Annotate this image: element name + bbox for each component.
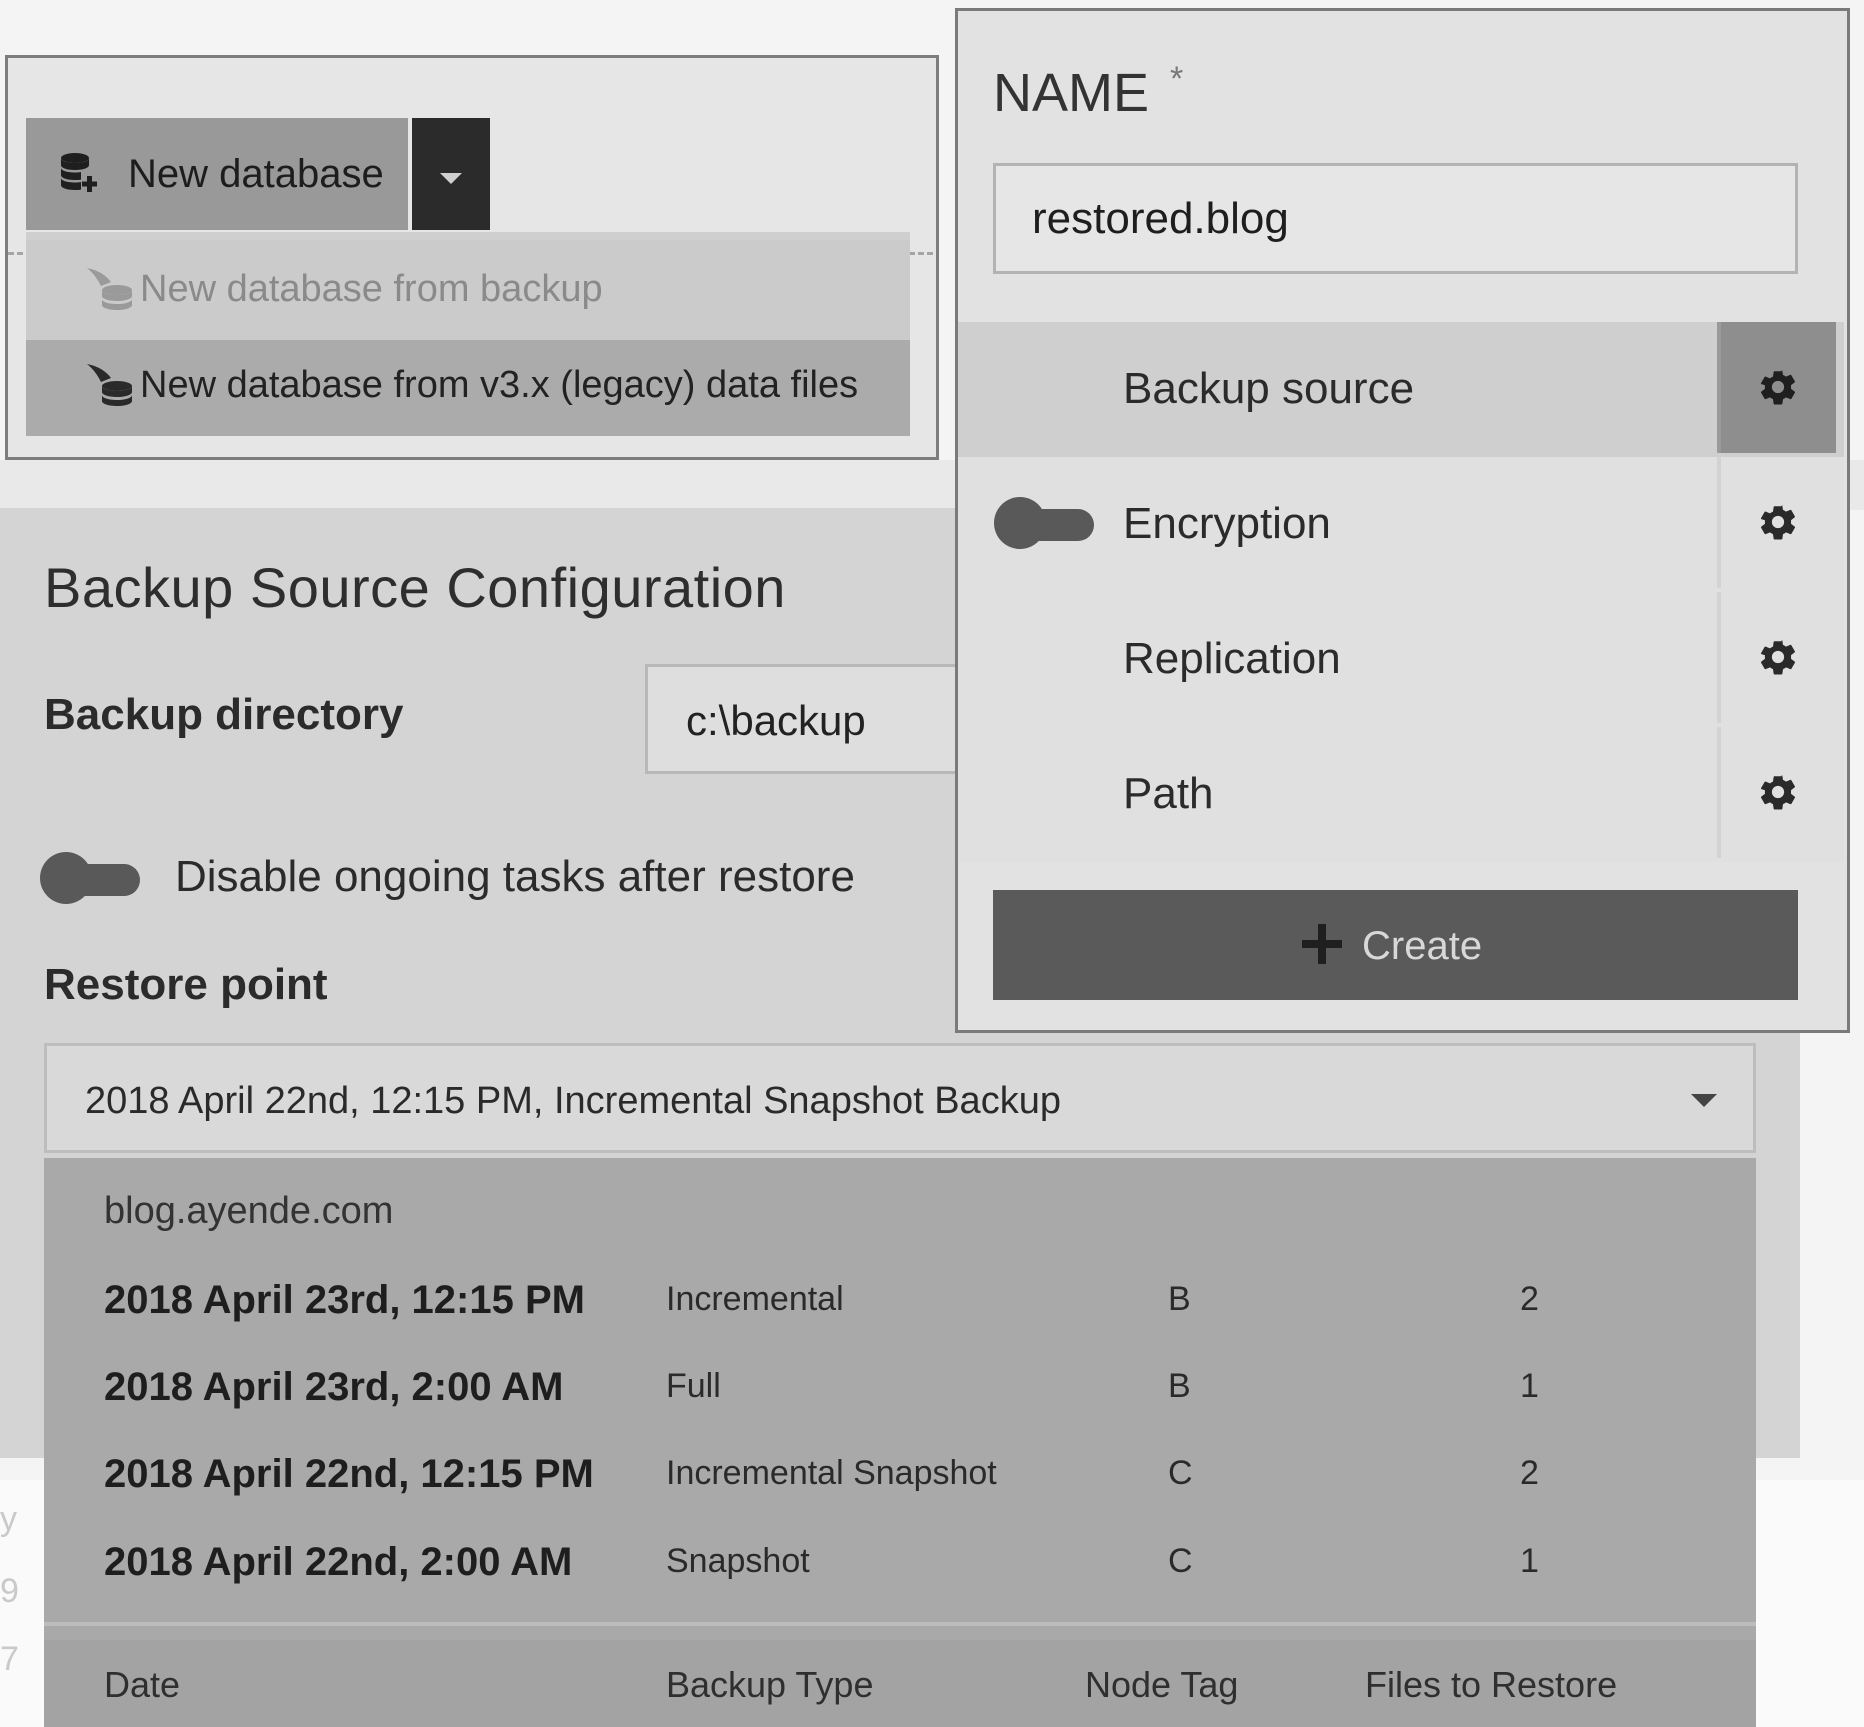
encryption-toggle[interactable] [994,497,1094,549]
section-replication[interactable]: Replication [958,592,1844,731]
background-ghost-mark: y [0,1500,17,1538]
row-backup-type: Snapshot [666,1542,810,1580]
section-backup-source[interactable]: Backup source [958,322,1844,461]
config-title: Backup Source Configuration [44,556,786,619]
row-node-tag: B [1168,1280,1191,1318]
backup-directory-label: Backup directory [44,690,404,739]
toggle-knob [994,497,1046,549]
row-node-tag: B [1168,1367,1191,1405]
row-backup-type: Incremental [666,1280,844,1318]
disable-tasks-label: Disable ongoing tasks after restore [175,852,855,901]
replication-settings-button[interactable] [1717,592,1836,723]
column-header-node-tag: Node Tag [1085,1664,1239,1705]
row-backup-type: Incremental Snapshot [666,1454,997,1492]
gear-icon [1760,775,1796,810]
menu-item-label: New database from v3.x (legacy) data fil… [140,364,859,406]
gear-icon [1760,370,1796,405]
restore-point-label: Restore point [44,960,328,1009]
menu-item-label: New database from backup [140,268,603,310]
create-label: Create [1362,924,1483,968]
legacy-database-icon [87,364,132,406]
caret-down-icon [1691,1094,1717,1107]
legacy-database-icon [87,268,132,310]
backup-directory-input[interactable]: c:\backup [645,664,965,774]
path-settings-button[interactable] [1717,727,1836,858]
plus-icon [1302,924,1342,964]
column-header-files: Files to Restore [1365,1664,1618,1705]
row-date: 2018 April 22nd, 12:15 PM [104,1452,594,1496]
disable-tasks-toggle[interactable] [40,852,140,904]
row-files-count: 2 [1520,1454,1539,1492]
new-database-dropdown-toggle[interactable] [412,118,490,230]
encryption-settings-button[interactable] [1717,457,1836,588]
restore-point-select[interactable]: 2018 April 22nd, 12:15 PM, Incremental S… [44,1043,1756,1153]
row-files-count: 2 [1520,1280,1539,1318]
row-date: 2018 April 22nd, 2:00 AM [104,1540,573,1584]
required-mark: * [1170,60,1184,98]
gear-icon [1760,505,1796,540]
section-path[interactable]: Path [958,727,1844,862]
column-header-date: Date [104,1664,181,1705]
new-database-label: New database [128,152,384,196]
section-label: Backup source [1123,364,1415,413]
section-label: Path [1123,769,1214,818]
toggle-knob [40,852,92,904]
background-ghost-mark: 9 [0,1572,19,1610]
row-node-tag: C [1168,1454,1193,1492]
background-ghost-mark: 7 [0,1640,19,1678]
gear-icon [1760,640,1796,675]
row-date: 2018 April 23rd, 12:15 PM [104,1278,585,1322]
section-label: Replication [1123,634,1341,683]
row-date: 2018 April 23rd, 2:00 AM [104,1365,564,1409]
column-header-backup-type: Backup Type [666,1664,874,1705]
restore-point-selected: 2018 April 22nd, 12:15 PM, Incremental S… [85,1080,1061,1122]
menu-item-new-database-from-legacy[interactable]: New database from v3.x (legacy) data fil… [26,340,910,436]
section-label: Encryption [1123,499,1331,548]
menu-item-new-database-from-backup[interactable]: New database from backup [26,240,910,340]
row-backup-type: Full [666,1367,721,1405]
section-encryption[interactable]: Encryption [958,457,1844,596]
database-name-input[interactable]: restored.blog [993,163,1798,274]
dropdown-group-header: blog.ayende.com [104,1190,394,1232]
backup-source-settings-button[interactable] [1717,322,1836,453]
row-node-tag: C [1168,1542,1193,1580]
row-files-count: 1 [1520,1367,1539,1405]
caret-down-icon [440,173,462,184]
name-label: NAME [993,63,1150,123]
database-plus-icon [61,153,97,192]
row-files-count: 1 [1520,1542,1539,1580]
dropdown-divider [44,1622,1756,1626]
